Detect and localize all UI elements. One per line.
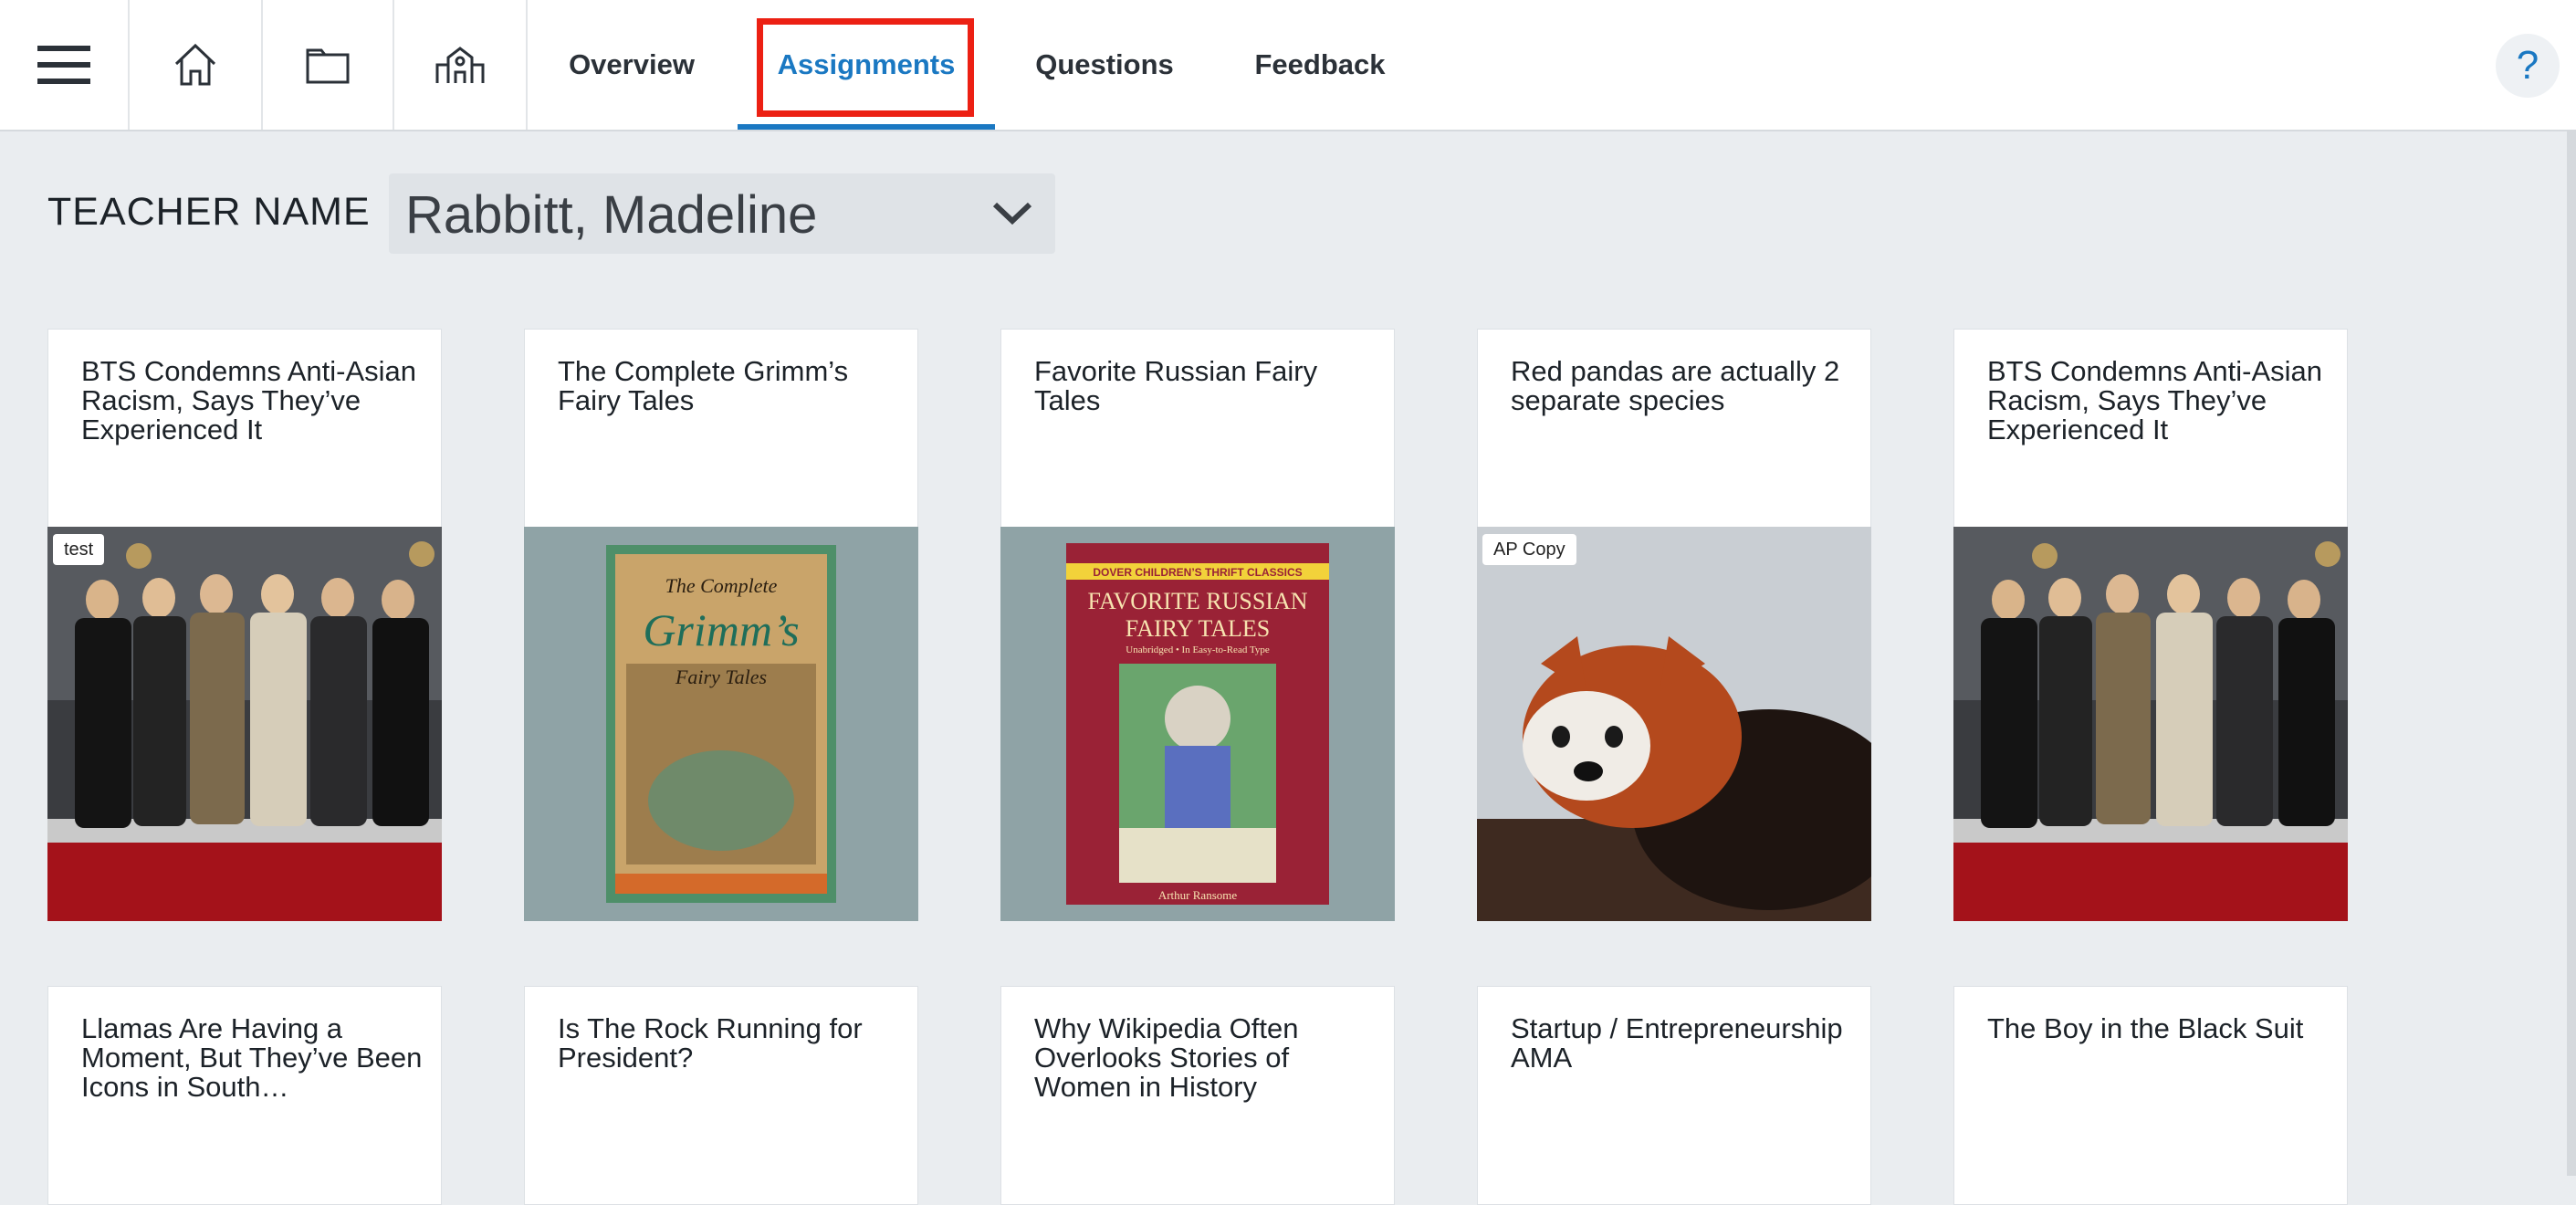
home-button[interactable] [130, 0, 263, 130]
assignment-card[interactable]: Favorite Russian Fairy Tales DOVER CHILD… [1000, 329, 1395, 921]
help-button[interactable]: ? [2496, 34, 2560, 98]
active-tab-indicator [738, 124, 995, 130]
tab-questions[interactable]: Questions [1013, 0, 1196, 130]
bts-photo [1953, 527, 2348, 921]
folder-icon [306, 48, 350, 84]
tab-overview[interactable]: Overview [546, 0, 717, 130]
teacher-name-label: TEACHER NAME [47, 190, 371, 234]
cover-title2: FAIRY TALES [1126, 615, 1271, 642]
card-thumbnail: DOVER CHILDREN’S THRIFT CLASSICS FAVORIT… [1000, 527, 1395, 921]
assignment-card[interactable]: The Boy in the Black Suit [1953, 986, 2348, 1205]
school-icon [435, 47, 485, 83]
assignment-card[interactable]: Red pandas are actually 2 separate speci… [1477, 329, 1871, 921]
assignment-card[interactable]: Why Wikipedia Often Overlooks Stories of… [1000, 986, 1395, 1205]
cover-author: Arthur Ransome [1158, 888, 1238, 902]
assignment-card[interactable]: Llamas Are Having a Moment, But They’ve … [47, 986, 442, 1205]
card-title: The Complete Grimm’s Fairy Tales [558, 355, 849, 416]
card-badge: AP Copy [1482, 534, 1576, 565]
cover-series: DOVER CHILDREN’S THRIFT CLASSICS [1093, 566, 1302, 579]
red-panda-photo [1477, 527, 1871, 921]
cover-title1: FAVORITE RUSSIAN [1087, 588, 1307, 614]
chevron-down-icon [992, 202, 1032, 225]
cover-line1: The Complete [665, 574, 778, 597]
teacher-select-value: Rabbitt, Madeline [405, 185, 818, 245]
assignment-card[interactable]: Startup / Entrepreneurship AMA [1477, 986, 1871, 1205]
card-thumbnail: AP Copy [1477, 527, 1871, 921]
bts-photo [47, 527, 442, 921]
assignment-card[interactable]: The Complete Grimm’s Fairy Tales The Com… [524, 329, 918, 921]
card-title: BTS Condemns Anti-Asian Racism, Says The… [1987, 355, 2323, 445]
russian-fairy-tales-cover: DOVER CHILDREN’S THRIFT CLASSICS FAVORIT… [1000, 527, 1395, 921]
assignment-card[interactable]: BTS Condemns Anti-Asian Racism, Says The… [47, 329, 442, 921]
cover-line2: Grimm’s [643, 604, 799, 655]
grimm-book-cover: The Complete Grimm’s Fairy Tales [524, 527, 918, 921]
tab-feedback[interactable]: Feedback [1232, 0, 1408, 130]
cover-subtitle: Unabridged • In Easy-to-Read Type [1126, 644, 1270, 655]
menu-button[interactable] [0, 0, 130, 130]
card-title: Why Wikipedia Often Overlooks Stories of… [1034, 1012, 1299, 1103]
card-title: Red pandas are actually 2 separate speci… [1511, 355, 1840, 416]
card-title: Startup / Entrepreneurship AMA [1511, 1012, 1843, 1074]
teacher-select[interactable]: Rabbitt, Madeline [389, 173, 1055, 254]
library-button[interactable] [263, 0, 394, 130]
card-title: BTS Condemns Anti-Asian Racism, Says The… [81, 355, 417, 445]
scrollbar-track[interactable] [2567, 130, 2576, 1176]
card-title: Is The Rock Running for President? [558, 1012, 863, 1074]
card-title: Llamas Are Having a Moment, But They’ve … [81, 1012, 423, 1103]
help-icon: ? [2516, 43, 2539, 88]
school-button[interactable] [394, 0, 528, 130]
highlight-box [757, 18, 974, 117]
cover-line3: Fairy Tales [675, 665, 767, 688]
home-icon [174, 43, 216, 86]
card-title: The Boy in the Black Suit [1987, 1012, 2304, 1044]
card-title: Favorite Russian Fairy Tales [1034, 355, 1318, 416]
card-badge: test [53, 534, 105, 565]
assignment-card[interactable]: Is The Rock Running for President? [524, 986, 918, 1205]
menu-icon [37, 46, 90, 84]
card-thumbnail [1953, 527, 2348, 921]
card-thumbnail: The Complete Grimm’s Fairy Tales [524, 527, 918, 921]
assignment-card[interactable]: BTS Condemns Anti-Asian Racism, Says The… [1953, 329, 2348, 921]
card-thumbnail: test [47, 527, 442, 921]
top-nav-bar: Overview Assignments Questions Feedback … [0, 0, 2576, 131]
